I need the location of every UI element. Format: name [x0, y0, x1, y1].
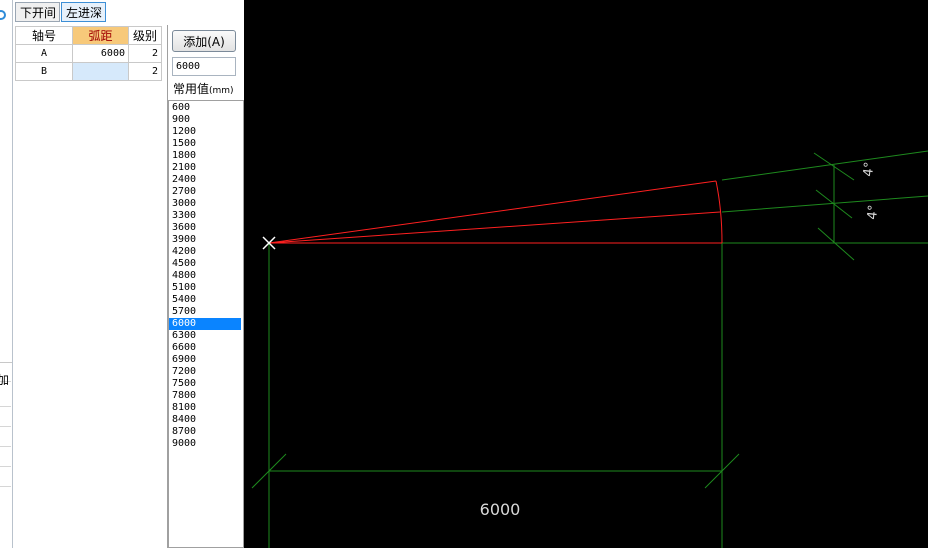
cell-axis-number[interactable]: B [15, 62, 73, 81]
common-value-item[interactable]: 1800 [169, 150, 243, 162]
previous-panel-row [0, 408, 11, 427]
header-level[interactable]: 级别 [128, 26, 162, 45]
common-value-item[interactable]: 7800 [169, 390, 243, 402]
cell-arc-distance[interactable] [72, 62, 129, 81]
common-value-item[interactable]: 5700 [169, 306, 243, 318]
common-value-item[interactable]: 2100 [169, 162, 243, 174]
common-value-item[interactable]: 3300 [169, 210, 243, 222]
common-values-label: 常用值(mm) [173, 80, 234, 97]
common-value-item[interactable]: 4200 [169, 246, 243, 258]
common-values-unit: (mm) [209, 86, 234, 96]
common-value-item[interactable]: 7200 [169, 366, 243, 378]
angle-label: 4° [865, 204, 881, 220]
common-value-item[interactable]: 6300 [169, 330, 243, 342]
common-value-item[interactable]: 3000 [169, 198, 243, 210]
previous-panel-grid: 加 [0, 362, 12, 487]
common-value-item[interactable]: 7500 [169, 378, 243, 390]
refresh-icon[interactable] [0, 10, 6, 20]
tab-bottom-bay[interactable]: 下开间 [15, 2, 60, 22]
previous-panel-row: 加 [0, 363, 11, 387]
axis-table: 轴号 弧距 级别 A 6000 2 B 2 [15, 26, 162, 81]
previous-panel-text: 加 [0, 373, 10, 387]
common-value-item[interactable]: 1200 [169, 126, 243, 138]
common-value-item[interactable]: 5100 [169, 282, 243, 294]
previous-panel-row [0, 428, 11, 447]
common-value-item[interactable]: 6000 [169, 318, 241, 330]
common-value-item[interactable]: 8700 [169, 426, 243, 438]
tab-left-depth[interactable]: 左进深 [61, 2, 106, 22]
common-value-item[interactable]: 6900 [169, 354, 243, 366]
common-value-item[interactable]: 2400 [169, 174, 243, 186]
common-values-title: 常用值 [173, 82, 210, 96]
common-value-item[interactable]: 8400 [169, 414, 243, 426]
add-button[interactable]: 添加(A) [172, 30, 236, 52]
common-value-item[interactable]: 5400 [169, 294, 243, 306]
dimension-label: 6000 [480, 500, 521, 519]
common-value-item[interactable]: 900 [169, 114, 243, 126]
header-axis-number[interactable]: 轴号 [15, 26, 73, 45]
angle-label: 4° [861, 161, 877, 177]
table-panel [14, 25, 168, 548]
common-value-item[interactable]: 8100 [169, 402, 243, 414]
table-row[interactable]: B 2 [15, 62, 162, 81]
table-header-row: 轴号 弧距 级别 [15, 26, 162, 45]
value-input[interactable] [172, 57, 236, 76]
previous-panel-edge: 加 [0, 0, 13, 548]
table-row[interactable]: A 6000 2 [15, 44, 162, 63]
drawing-svg[interactable]: 6000 4° 4° [244, 0, 928, 548]
cell-level[interactable]: 2 [128, 44, 162, 63]
previous-panel-row [0, 468, 11, 487]
common-value-item[interactable]: 3600 [169, 222, 243, 234]
previous-panel-row [0, 448, 11, 467]
common-value-item[interactable]: 4500 [169, 258, 243, 270]
common-value-item[interactable]: 3900 [169, 234, 243, 246]
axis-ray [268, 180, 717, 244]
angle-tick [817, 227, 855, 261]
ray-extension-line [721, 195, 928, 213]
common-value-item[interactable]: 600 [169, 102, 243, 114]
common-value-item[interactable]: 6600 [169, 342, 243, 354]
previous-panel-row [0, 388, 11, 407]
axis-ray [268, 211, 721, 244]
cell-axis-number[interactable]: A [15, 44, 73, 63]
header-arc-distance[interactable]: 弧距 [72, 26, 129, 45]
cell-arc-distance[interactable]: 6000 [72, 44, 129, 63]
common-value-item[interactable]: 9000 [169, 438, 243, 450]
common-value-item[interactable]: 1500 [169, 138, 243, 150]
cell-level[interactable]: 2 [128, 62, 162, 81]
drawing-canvas[interactable]: 6000 4° 4° [244, 0, 928, 548]
common-value-item[interactable]: 2700 [169, 186, 243, 198]
ray-extension-line [721, 150, 928, 181]
common-values-list[interactable]: 600 900 1200 1500 1800 2100 2400 2700 3000 3300 36… [168, 100, 244, 548]
common-value-item[interactable]: 4800 [169, 270, 243, 282]
